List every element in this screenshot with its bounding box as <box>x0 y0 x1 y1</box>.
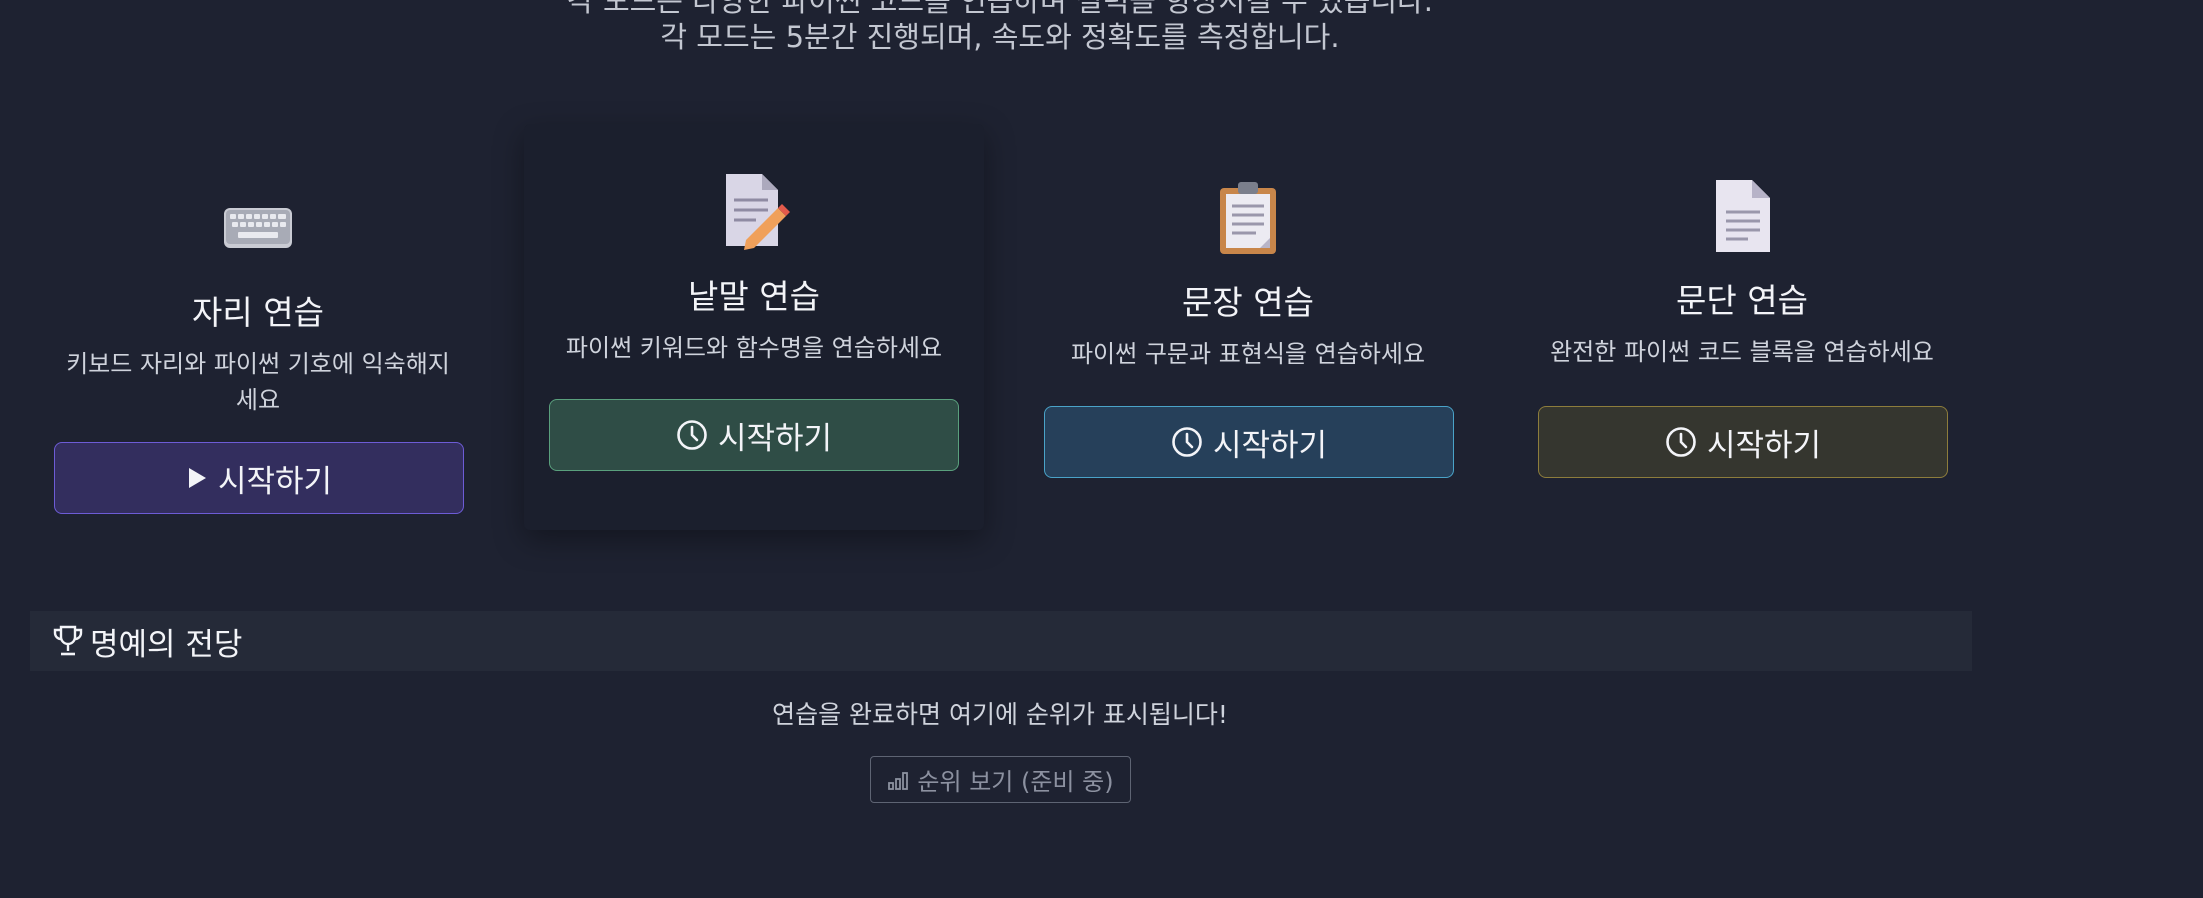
button-label: 시작하기 <box>217 463 333 500</box>
mode-description: 키보드 자리와 파이썬 기호에 익숙해지 세요 <box>66 350 450 414</box>
play-icon <box>188 468 206 488</box>
start-button-paragraph[interactable]: 시작하기 <box>1538 406 1948 478</box>
keyboard-icon <box>224 208 292 248</box>
document-icon <box>1716 180 1770 252</box>
mode-description: 완전한 파이썬 코드 블록을 연습하세요 <box>1550 338 1934 366</box>
hall-of-fame-message: 연습을 완료하면 여기에 순위가 표시됩니다! <box>772 700 1228 729</box>
bar-chart-icon <box>888 771 909 790</box>
memo-icon <box>726 174 790 250</box>
mode-title: 자리 연습 <box>192 293 324 332</box>
view-rankings-label: 순위 보기 (준비 중) <box>917 768 1114 796</box>
mode-card-word: 낱말 연습 파이썬 키워드와 함수명을 연습하세요 시작하기 <box>524 124 984 530</box>
mode-description: 파이썬 구문과 표현식을 연습하세요 <box>1070 340 1426 368</box>
mode-title: 문장 연습 <box>1182 283 1314 322</box>
view-rankings-button[interactable]: 순위 보기 (준비 중) <box>870 756 1131 803</box>
intro-text-line-2: 각 모드는 5분간 진행되며, 속도와 정확도를 측정합니다. <box>660 20 1340 54</box>
trophy-icon <box>53 625 83 656</box>
mode-card-sentence: 문장 연습 파이썬 구문과 표현식을 연습하세요 시작하기 <box>1018 170 1478 530</box>
mode-card-position: 자리 연습 키보드 자리와 파이썬 기호에 익숙해지 세요 시작하기 <box>28 170 488 530</box>
hall-of-fame-title: 명예의 전당 <box>90 626 243 663</box>
button-label: 시작하기 <box>1212 427 1328 464</box>
mode-title: 문단 연습 <box>1676 281 1808 320</box>
button-label: 시작하기 <box>717 420 833 457</box>
mode-card-paragraph: 문단 연습 완전한 파이썬 코드 블록을 연습하세요 시작하기 <box>1512 170 1972 530</box>
mode-title: 낱말 연습 <box>688 277 820 316</box>
start-button-word[interactable]: 시작하기 <box>549 399 959 471</box>
clock-icon <box>1172 427 1202 457</box>
start-button-sentence[interactable]: 시작하기 <box>1044 406 1454 478</box>
clock-icon <box>1666 427 1696 457</box>
start-button-position[interactable]: 시작하기 <box>54 442 464 514</box>
button-label: 시작하기 <box>1706 427 1822 464</box>
clock-icon <box>677 420 707 450</box>
mode-description: 파이썬 키워드와 함수명을 연습하세요 <box>565 334 943 362</box>
hall-of-fame-header: 명예의 전당 <box>30 611 1972 671</box>
clipboard-icon <box>1220 182 1276 254</box>
